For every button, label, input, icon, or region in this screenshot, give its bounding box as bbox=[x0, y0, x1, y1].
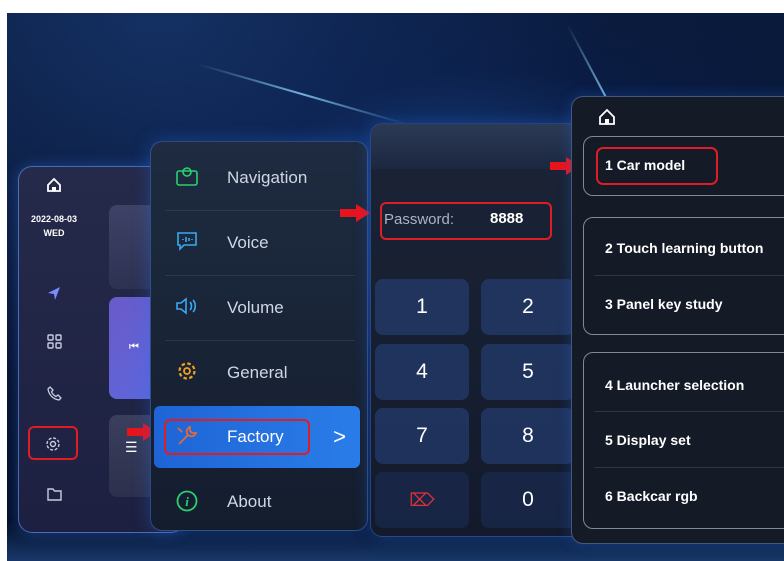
key-0[interactable]: 0 bbox=[481, 472, 575, 528]
factory-item-panel-key-study[interactable]: 3 Panel key study bbox=[605, 296, 723, 312]
sidebar: 2022-08-03 WED bbox=[19, 167, 89, 532]
menu-item-label: Factory bbox=[227, 427, 284, 446]
screenshot-scene: 2022-08-03 WED ⏮ ☰ Navigation Voice Volu… bbox=[7, 13, 784, 561]
divider bbox=[594, 467, 784, 468]
tools-icon bbox=[175, 424, 199, 448]
key-8[interactable]: 8 bbox=[481, 408, 575, 464]
password-keypad-panel: Password: 8888 1 2 4 5 7 8 ⌦ 0 bbox=[370, 123, 587, 537]
menu-item-navigation[interactable]: Navigation bbox=[151, 146, 367, 210]
menu-item-label: General bbox=[227, 363, 288, 382]
menu-item-label: Navigation bbox=[227, 168, 308, 187]
key-4[interactable]: 4 bbox=[375, 344, 469, 400]
menu-item-factory[interactable]: Factory > bbox=[154, 406, 360, 468]
key-7[interactable]: 7 bbox=[375, 408, 469, 464]
menu-item-general[interactable]: General bbox=[151, 341, 367, 405]
map-pin-icon bbox=[175, 166, 199, 190]
backspace-key[interactable]: ⌦ bbox=[375, 472, 469, 528]
navigation-arrow-icon[interactable] bbox=[19, 285, 89, 307]
key-1[interactable]: 1 bbox=[375, 279, 469, 335]
pointer-arrow bbox=[340, 204, 370, 222]
factory-item-display-set[interactable]: 5 Display set bbox=[605, 432, 691, 448]
menu-item-volume[interactable]: Volume bbox=[151, 276, 367, 340]
menu-item-label: Voice bbox=[227, 233, 269, 252]
home-icon[interactable] bbox=[19, 177, 89, 199]
divider bbox=[594, 275, 784, 276]
svg-text:i: i bbox=[185, 494, 189, 509]
password-value: 8888 bbox=[490, 210, 524, 227]
voice-message-icon bbox=[175, 231, 199, 255]
weekday-text: WED bbox=[43, 228, 65, 238]
menu-item-voice[interactable]: Voice bbox=[151, 211, 367, 275]
home-icon[interactable] bbox=[598, 108, 616, 131]
settings-menu-panel: Navigation Voice Volume General Factory … bbox=[150, 141, 368, 531]
factory-item-launcher-selection[interactable]: 4 Launcher selection bbox=[605, 377, 744, 393]
factory-item-backcar-rgb[interactable]: 6 Backcar rgb bbox=[605, 488, 698, 504]
settings-gear-icon[interactable] bbox=[28, 426, 78, 460]
phone-icon[interactable] bbox=[19, 385, 89, 407]
layers-icon: ☰ bbox=[125, 439, 138, 455]
factory-item-car-model[interactable]: 1 Car model bbox=[605, 157, 685, 173]
folder-icon[interactable] bbox=[19, 485, 89, 507]
password-field[interactable]: Password: 8888 bbox=[380, 202, 552, 240]
key-5[interactable]: 5 bbox=[481, 344, 575, 400]
divider bbox=[594, 411, 784, 412]
menu-item-about[interactable]: i About bbox=[151, 470, 367, 530]
menu-item-label: Volume bbox=[227, 298, 284, 317]
chevron-right-icon: > bbox=[333, 424, 346, 449]
info-icon: i bbox=[175, 490, 199, 514]
speaker-icon bbox=[175, 296, 199, 320]
password-label: Password: bbox=[384, 211, 455, 228]
menu-item-label: About bbox=[227, 492, 272, 511]
previous-track-icon[interactable]: ⏮ bbox=[129, 341, 139, 354]
gear-icon bbox=[175, 361, 199, 385]
date-text: 2022-08-03 bbox=[30, 214, 78, 224]
apps-grid-icon[interactable] bbox=[19, 333, 89, 355]
factory-settings-panel: 1 Car model 2 Touch learning button 3 Pa… bbox=[571, 96, 784, 544]
light-streak bbox=[196, 63, 409, 126]
factory-item-touch-learning[interactable]: 2 Touch learning button bbox=[605, 240, 763, 256]
item-group-2 bbox=[583, 217, 784, 335]
key-2[interactable]: 2 bbox=[481, 279, 575, 335]
